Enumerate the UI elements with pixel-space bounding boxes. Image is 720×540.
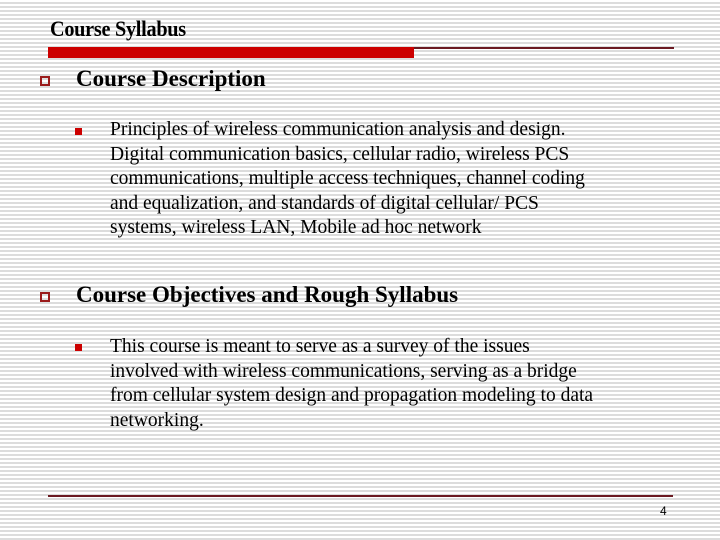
filled-square-bullet-icon xyxy=(75,128,82,135)
text-line: and equalization, and standards of digit… xyxy=(110,192,539,214)
hollow-square-bullet-icon xyxy=(40,76,50,86)
page-number: 4 xyxy=(660,504,667,518)
hollow-square-bullet-icon xyxy=(40,292,50,302)
section-heading: Course Description xyxy=(76,66,266,91)
text-line: Digital communication basics, cellular r… xyxy=(110,143,570,165)
item-text: Principles of wireless communication ana… xyxy=(110,118,690,241)
text-line: networking. xyxy=(110,409,204,431)
text-line: from cellular system design and propagat… xyxy=(110,385,594,406)
text-line: Principles of wireless communication ana… xyxy=(110,119,566,140)
text-line: This course is meant to serve as a surve… xyxy=(110,336,530,357)
section-heading: Course Objectives and Rough Syllabus xyxy=(76,282,459,307)
text-line: involved with wireless communications, s… xyxy=(110,360,577,382)
filled-square-bullet-icon xyxy=(75,344,82,351)
item-text: This course is meant to serve as a surve… xyxy=(110,335,690,433)
slide-title: Course Syllabus xyxy=(50,16,186,41)
footer-rule-line xyxy=(48,495,673,497)
text-line: systems, wireless LAN, Mobile ad hoc net… xyxy=(110,217,482,238)
title-accent-bar xyxy=(48,47,414,58)
title-rule-line xyxy=(414,47,674,49)
text-line: communications, multiple access techniqu… xyxy=(110,168,585,189)
